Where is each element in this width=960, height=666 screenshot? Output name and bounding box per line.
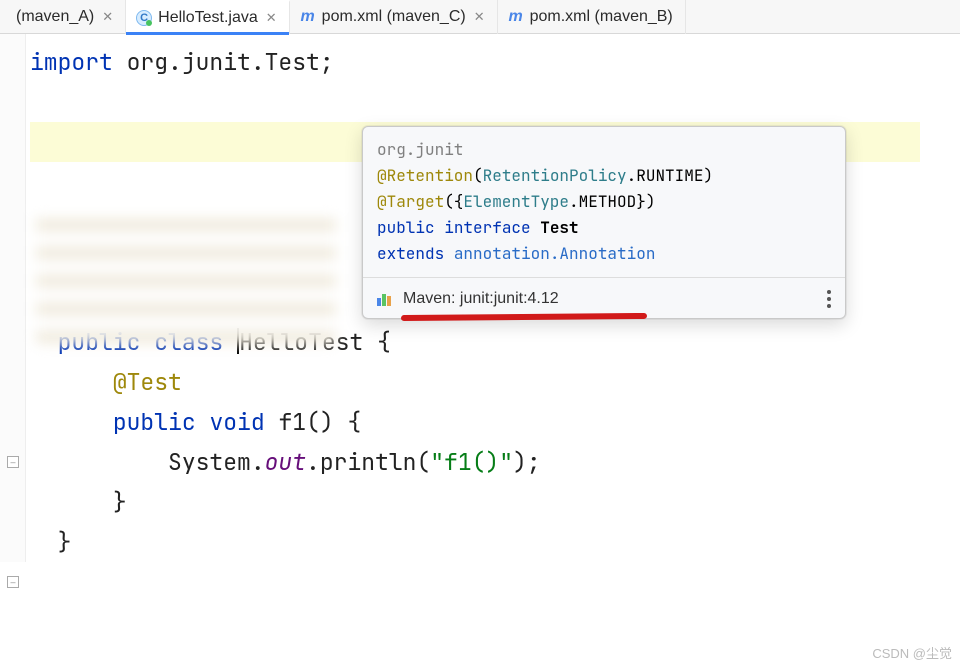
tab-label: HelloTest.java xyxy=(158,9,258,27)
maven-file-icon: m xyxy=(300,9,316,25)
watermark: CSDN @尘觉 xyxy=(872,643,952,662)
tab-label: pom.xml (maven_C) xyxy=(322,8,466,26)
code-line: @Test xyxy=(30,362,960,402)
code-line: import org.junit.Test; xyxy=(30,42,960,82)
tab-pom-c[interactable]: m pom.xml (maven_C) ✕ xyxy=(290,0,498,34)
fold-collapse-icon[interactable]: – xyxy=(7,456,19,468)
more-options-icon[interactable] xyxy=(827,290,831,308)
redacted-block xyxy=(36,204,336,344)
tab-label: pom.xml (maven_B) xyxy=(530,8,673,26)
code-line: } xyxy=(30,482,960,522)
quickdoc-footer: Maven: junit:junit:4.12 xyxy=(377,284,831,312)
close-icon[interactable]: ✕ xyxy=(100,9,113,25)
code-editor[interactable]: – – import org.junit.Test; public class … xyxy=(0,34,960,562)
maven-file-icon: m xyxy=(508,9,524,25)
code-line: } xyxy=(30,522,960,562)
fold-collapse-icon[interactable]: – xyxy=(7,576,19,588)
library-icon xyxy=(377,292,395,306)
quickdoc-line: @Target({ElementType.METHOD}) xyxy=(377,189,831,215)
code-line xyxy=(30,82,960,122)
quickdoc-line: @Retention(RetentionPolicy.RUNTIME) xyxy=(377,163,831,189)
tab-hellotest[interactable]: C HelloTest.java ✕ xyxy=(126,0,290,34)
close-icon[interactable]: ✕ xyxy=(472,9,485,25)
quickdoc-source: Maven: junit:junit:4.12 xyxy=(403,286,559,312)
class-file-icon: C xyxy=(136,10,152,26)
editor-gutter: – – xyxy=(0,34,26,562)
editor-tabbar: (maven_A) ✕ C HelloTest.java ✕ m pom.xml… xyxy=(0,0,960,34)
tab-maven-a[interactable]: (maven_A) ✕ xyxy=(6,0,126,34)
quickdoc-line: public interface Test xyxy=(377,215,831,241)
tab-pom-b[interactable]: m pom.xml (maven_B) xyxy=(498,0,686,34)
close-icon[interactable]: ✕ xyxy=(264,10,277,26)
quick-doc-popup[interactable]: org.junit @Retention(RetentionPolicy.RUN… xyxy=(362,126,846,319)
tab-label: (maven_A) xyxy=(16,8,94,26)
quickdoc-line: extends annotation.Annotation xyxy=(377,241,831,267)
code-line: System.out.println("f1()"); xyxy=(30,442,960,482)
quickdoc-separator xyxy=(363,277,845,278)
code-line: public void f1() { xyxy=(30,402,960,442)
quickdoc-package: org.junit xyxy=(377,137,831,163)
